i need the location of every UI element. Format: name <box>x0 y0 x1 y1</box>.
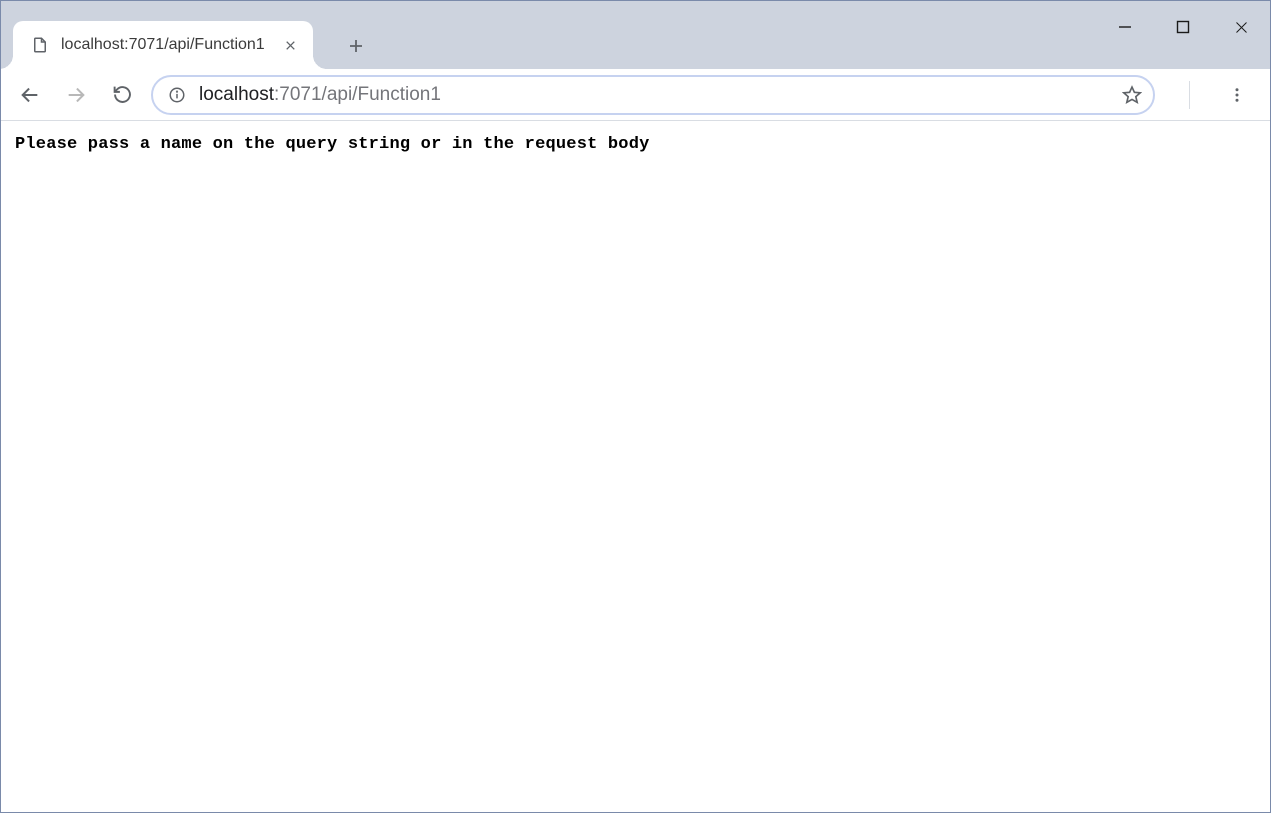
toolbar-divider <box>1189 81 1190 109</box>
minimize-button[interactable] <box>1096 5 1154 49</box>
url-host: localhost <box>199 84 274 105</box>
tab-strip: localhost:7071/api/Function1 <box>1 17 1270 69</box>
browser-menu-button[interactable] <box>1220 78 1254 112</box>
close-tab-button[interactable] <box>281 36 299 54</box>
response-body-text: Please pass a name on the query string o… <box>15 135 1256 154</box>
url-text: localhost:7071/api/Function1 <box>199 84 1109 106</box>
url-path: :7071/api/Function1 <box>274 84 441 105</box>
window-controls <box>1096 5 1270 49</box>
forward-button[interactable] <box>59 78 93 112</box>
window-titlebar <box>1 1 1270 17</box>
back-button[interactable] <box>13 78 47 112</box>
reload-button[interactable] <box>105 78 139 112</box>
maximize-button[interactable] <box>1154 5 1212 49</box>
tab-title: localhost:7071/api/Function1 <box>61 36 269 54</box>
page-icon <box>31 36 49 54</box>
address-bar[interactable]: localhost:7071/api/Function1 <box>151 75 1155 115</box>
site-info-icon[interactable] <box>167 85 187 105</box>
page-content: Please pass a name on the query string o… <box>1 121 1270 168</box>
bookmark-star-icon[interactable] <box>1121 84 1143 106</box>
new-tab-button[interactable] <box>339 29 373 63</box>
close-window-button[interactable] <box>1212 5 1270 49</box>
browser-toolbar: localhost:7071/api/Function1 <box>1 69 1270 121</box>
browser-tab[interactable]: localhost:7071/api/Function1 <box>13 21 313 69</box>
